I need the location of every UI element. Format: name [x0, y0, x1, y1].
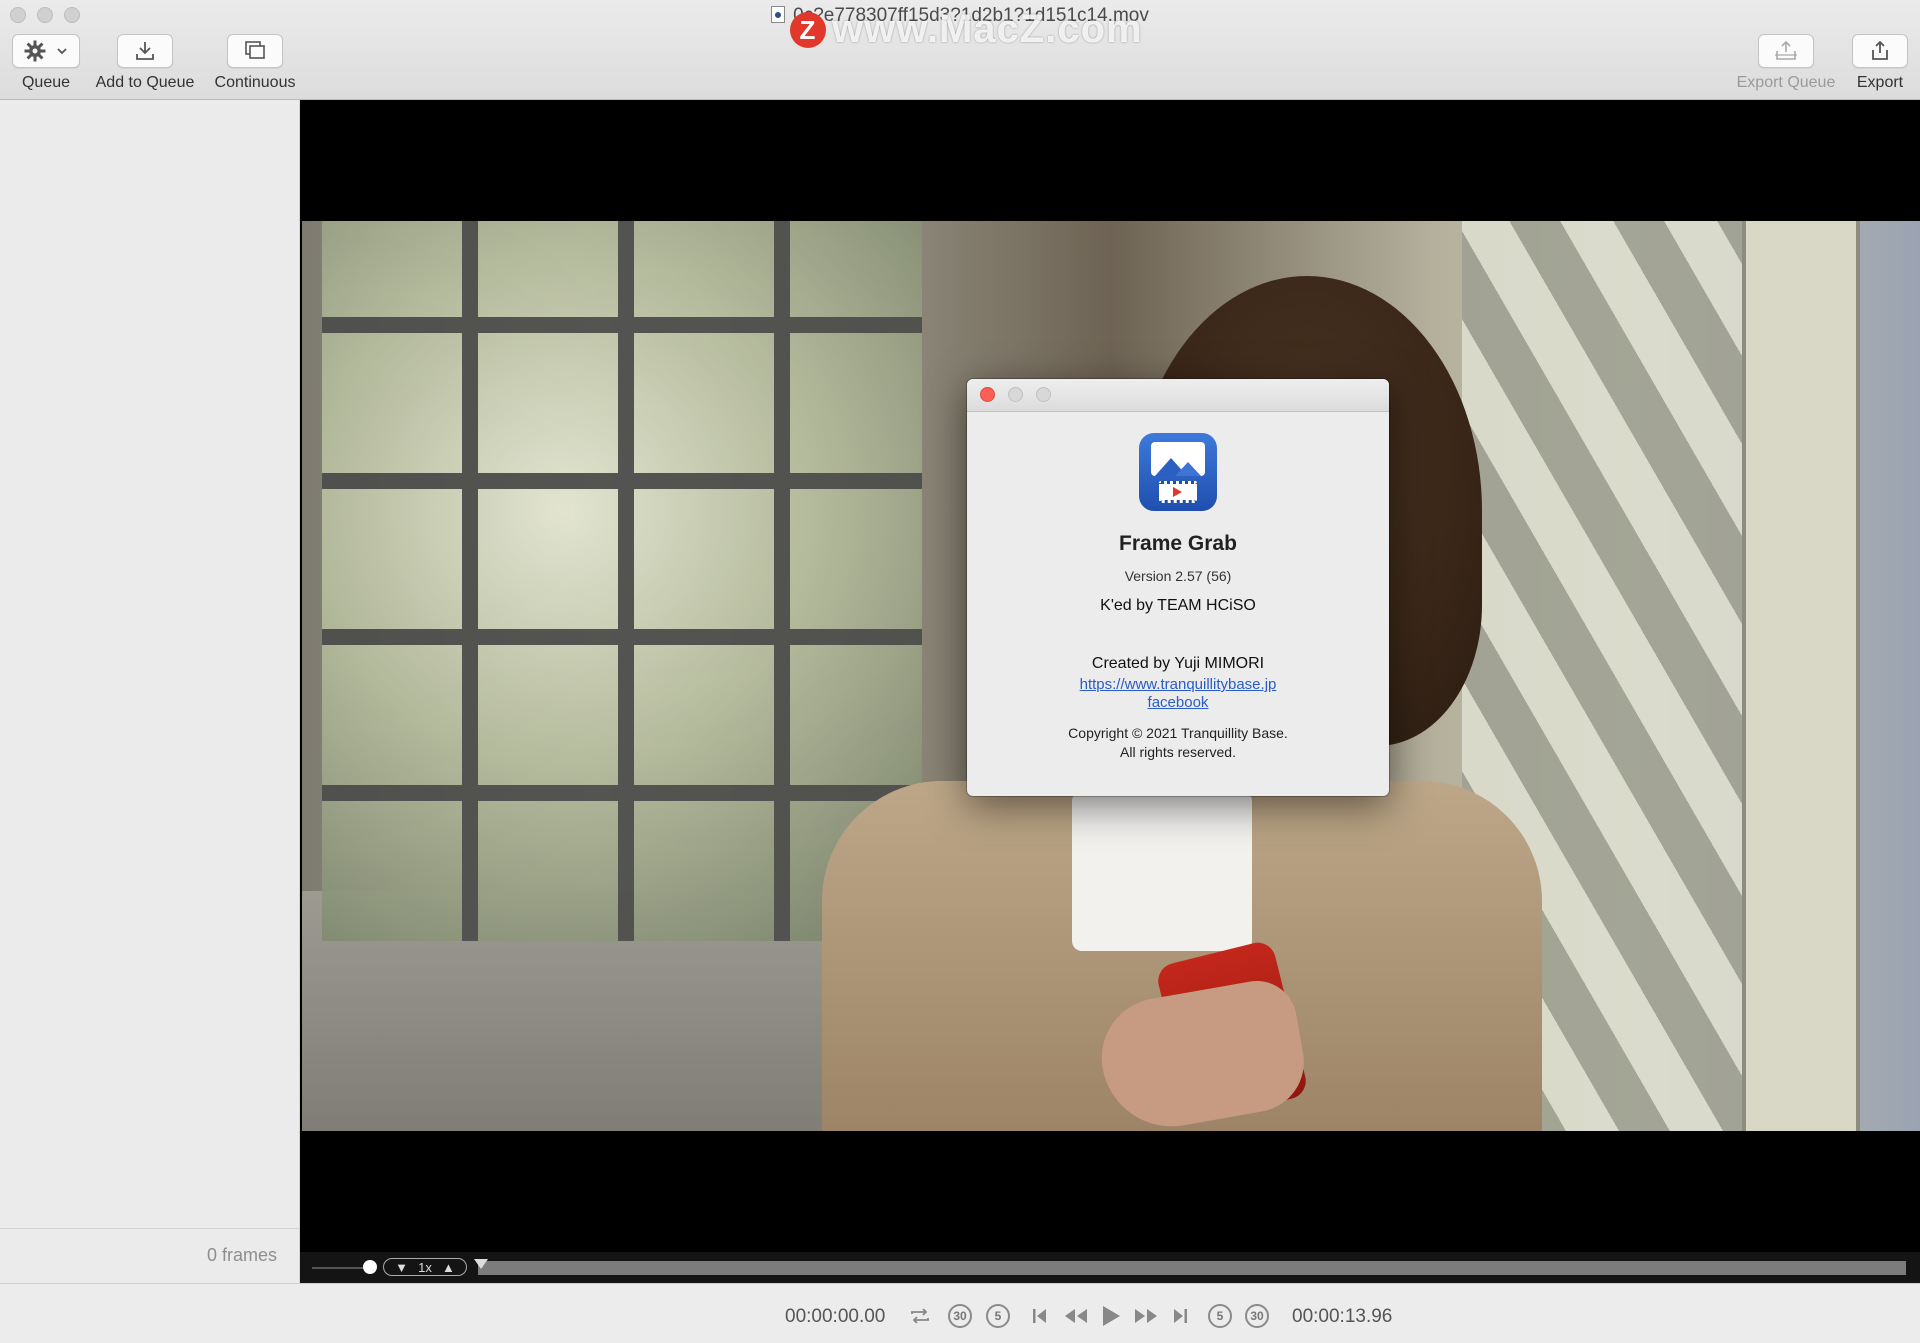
export-icon-button[interactable] — [1852, 34, 1908, 68]
rewind-5-icon: 5 — [986, 1304, 1010, 1328]
speed-slider-knob[interactable] — [363, 1260, 377, 1274]
speed-up-button[interactable]: ▲ — [442, 1260, 455, 1275]
copyright-text: Copyright © 2021 Tranquillity Base. All … — [967, 724, 1389, 762]
chevron-down-icon — [57, 48, 67, 55]
skip-back-5-button[interactable]: 5 — [986, 1302, 1010, 1330]
rewind-icon — [1065, 1309, 1087, 1323]
forward-30-icon: 30 — [1245, 1304, 1269, 1328]
queue-sidebar[interactable]: 0 frames — [0, 100, 300, 1283]
transport-bar: 00:00:00.00 30 5 5 30 00:00:13.96 — [0, 1283, 1920, 1343]
cracked-by-text: K'ed by TEAM HCiSO — [1100, 597, 1256, 614]
film-strip-icon — [1159, 481, 1197, 503]
continuous-label: Continuous — [214, 74, 296, 91]
fast-forward-icon — [1135, 1309, 1157, 1323]
document-icon — [771, 6, 786, 23]
speed-down-button[interactable]: ▼ — [395, 1260, 408, 1275]
watermark-text: www.MacZ.com — [832, 7, 1143, 51]
loop-button[interactable] — [906, 1302, 934, 1330]
video-frame-person-shirt — [1072, 791, 1252, 951]
export-button[interactable]: Export — [1848, 34, 1912, 92]
playhead-marker[interactable] — [474, 1259, 488, 1269]
app-version: Version 2.57 (56) — [1124, 568, 1232, 584]
about-window-controls — [980, 387, 1051, 402]
play-button[interactable] — [1098, 1302, 1124, 1330]
loop-icon — [911, 1308, 929, 1324]
timeline-track[interactable] — [478, 1261, 1906, 1275]
export-queue-button[interactable]: Export Queue — [1728, 34, 1844, 92]
playback-speed-control[interactable]: ▼ 1x ▲ — [383, 1258, 467, 1276]
speed-value: 1x — [418, 1259, 432, 1275]
play-icon — [1103, 1306, 1120, 1326]
skip-to-end-icon — [1174, 1309, 1187, 1323]
about-close-button[interactable] — [980, 387, 995, 402]
video-frame-window — [322, 221, 922, 941]
watermark: Zwww.MacZ.com — [790, 7, 1143, 52]
rewind-button[interactable] — [1062, 1302, 1090, 1330]
picture-icon — [1151, 442, 1205, 476]
copyright-line-2: All rights reserved. — [1120, 744, 1236, 760]
frame-grab-app-icon — [1139, 433, 1217, 511]
download-tray-icon — [136, 42, 154, 60]
continuous-icon-button[interactable] — [227, 34, 283, 68]
about-dialog-titlebar — [967, 379, 1389, 412]
skip-forward-30-button[interactable]: 30 — [1245, 1302, 1269, 1330]
skip-forward-30-label: 30 — [1250, 1309, 1264, 1323]
gear-icon — [24, 40, 46, 62]
share-icon — [1872, 40, 1888, 60]
queue-menu[interactable]: Queue — [11, 34, 81, 92]
skip-forward-5-label: 5 — [1216, 1309, 1224, 1323]
go-to-end-button[interactable] — [1170, 1302, 1190, 1330]
skip-to-start-icon — [1033, 1309, 1046, 1323]
frames-count: 0 frames — [206, 1245, 277, 1265]
current-time: 00:00:00.00 — [785, 1306, 886, 1327]
copyright-line-1: Copyright © 2021 Tranquillity Base. — [1068, 725, 1288, 741]
video-frame-girder — [1742, 221, 1860, 1131]
website-link[interactable]: https://www.tranquillitybase.jp — [967, 676, 1389, 693]
scrubber-bar: ▼ 1x ▲ — [300, 1252, 1920, 1283]
about-zoom-button — [1036, 387, 1051, 402]
sidebar-footer: 0 frames — [0, 1228, 299, 1283]
stacked-frames-icon — [245, 41, 265, 59]
export-queue-label: Export Queue — [1736, 74, 1836, 91]
add-to-queue-icon-button[interactable] — [117, 34, 173, 68]
watermark-logo: Z — [790, 12, 826, 48]
about-dialog: Frame Grab Version 2.57 (56) K'ed by TEA… — [967, 379, 1389, 796]
queue-label: Queue — [21, 74, 71, 91]
add-to-queue-label: Add to Queue — [95, 74, 195, 91]
add-to-queue-button[interactable]: Add to Queue — [90, 34, 200, 92]
export-label: Export — [1856, 74, 1904, 91]
export-queue-icon-button[interactable] — [1758, 34, 1814, 68]
created-by-text: Created by Yuji MIMORI — [1091, 655, 1265, 672]
skip-back-5-label: 5 — [994, 1309, 1002, 1323]
facebook-link[interactable]: facebook — [967, 694, 1389, 711]
forward-5-icon: 5 — [1208, 1304, 1232, 1328]
about-minimize-button — [1008, 387, 1023, 402]
window-toolbar: 0c?e778307ff15d3?1d2b1?1d151c14.mov Zwww… — [0, 0, 1920, 100]
skip-back-30-label: 30 — [953, 1309, 967, 1323]
export-stack-icon — [1775, 40, 1797, 60]
queue-menu-button[interactable] — [12, 34, 80, 68]
duration-time: 00:00:13.96 — [1292, 1306, 1393, 1327]
app-name: Frame Grab — [1119, 532, 1237, 555]
go-to-start-button[interactable] — [1030, 1302, 1050, 1330]
fast-forward-button[interactable] — [1132, 1302, 1160, 1330]
continuous-button[interactable]: Continuous — [205, 34, 305, 92]
rewind-30-icon: 30 — [948, 1304, 972, 1328]
skip-back-30-button[interactable]: 30 — [948, 1302, 972, 1330]
skip-forward-5-button[interactable]: 5 — [1208, 1302, 1232, 1330]
